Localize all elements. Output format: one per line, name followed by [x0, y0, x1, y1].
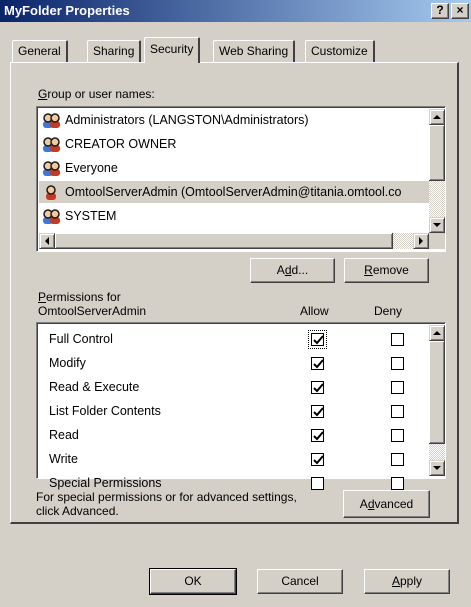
users-listbox[interactable]: Administrators (LANGSTON\Administrators)… [36, 106, 446, 252]
tab-customize[interactable]: Customize [305, 40, 375, 62]
permission-row: Read [39, 425, 419, 449]
perm-scroll-up-button[interactable] [429, 325, 445, 341]
scroll-right-button[interactable] [413, 233, 429, 249]
h-scroll-thumb[interactable] [55, 233, 393, 249]
deny-checkbox[interactable] [391, 333, 404, 346]
remove-button[interactable]: Remove [344, 258, 429, 283]
allow-checkbox[interactable] [311, 357, 324, 370]
permission-row: List Folder Contents [39, 401, 419, 425]
close-button[interactable]: × [451, 3, 469, 19]
perm-scroll-track[interactable] [429, 444, 445, 460]
group-users-label: Group or user names: [38, 87, 155, 101]
perm-scroll-down-button[interactable] [429, 460, 445, 476]
allow-column-label: Allow [300, 304, 329, 318]
title-bar: MyFolder Properties ? × [0, 0, 471, 22]
arrow-down-icon [433, 223, 441, 227]
check-mark-icon [313, 407, 324, 417]
arrow-right-icon [419, 237, 423, 245]
window-title: MyFolder Properties [4, 3, 130, 18]
scroll-down-button[interactable] [429, 217, 445, 233]
permission-name: Full Control [49, 332, 113, 346]
permission-row: Modify [39, 353, 419, 377]
tab-general[interactable]: General [12, 40, 68, 62]
cancel-button[interactable]: Cancel [257, 569, 343, 594]
permissions-header: Permissions for OmtoolServerAdmin [38, 290, 147, 318]
check-mark-icon [313, 359, 324, 369]
ok-button[interactable]: OK [149, 568, 237, 595]
perm-scroll-thumb[interactable] [429, 341, 445, 444]
user-list-item[interactable]: CREATOR OWNER [39, 133, 429, 155]
scroll-up-button[interactable] [429, 109, 445, 125]
user-name: Everyone [65, 161, 118, 175]
user-group-icon [43, 137, 60, 152]
advanced-button[interactable]: Advanced [343, 490, 430, 518]
check-mark-icon [313, 335, 324, 345]
tab-web-sharing[interactable]: Web Sharing [213, 40, 296, 62]
permissions-listbox[interactable]: Full Control Modify Read & Execute List Fol… [36, 322, 446, 490]
allow-checkbox[interactable] [311, 429, 324, 442]
deny-column-label: Deny [374, 304, 403, 318]
deny-checkbox[interactable] [391, 453, 404, 466]
arrow-left-icon [45, 237, 49, 245]
tab-security[interactable]: Security [144, 37, 201, 63]
allow-checkbox[interactable] [311, 477, 324, 490]
permission-name: Read & Execute [49, 380, 140, 394]
check-mark-icon [313, 383, 324, 393]
user-name: OmtoolServerAdmin (OmtoolServerAdmin@tit… [65, 185, 402, 199]
deny-checkbox[interactable] [391, 429, 404, 442]
user-group-icon [43, 209, 60, 224]
user-group-icon [43, 161, 60, 176]
scroll-thumb[interactable] [429, 125, 445, 181]
permission-name: Read [49, 428, 79, 442]
tab-sharing[interactable]: Sharing [87, 40, 142, 62]
permission-row: Write [39, 449, 419, 473]
user-icon [46, 185, 56, 200]
add-button[interactable]: Add... [250, 258, 335, 283]
user-list-item[interactable]: Administrators (LANGSTON\Administrators) [39, 109, 429, 131]
allow-checkbox[interactable] [311, 405, 324, 418]
deny-checkbox[interactable] [391, 381, 404, 394]
arrow-up-icon [433, 115, 441, 119]
user-name: Administrators (LANGSTON\Administrators) [65, 113, 309, 127]
user-name: CREATOR OWNER [65, 137, 177, 151]
advanced-hint: For special permissions or for advanced … [36, 490, 297, 518]
allow-checkbox[interactable] [308, 330, 327, 349]
allow-checkbox[interactable] [311, 381, 324, 394]
user-list-item[interactable]: OmtoolServerAdmin (OmtoolServerAdmin@tit… [39, 181, 429, 203]
user-group-icon [43, 113, 60, 128]
check-mark-icon [313, 455, 324, 465]
permission-row: Read & Execute [39, 377, 419, 401]
arrow-up-icon [433, 331, 441, 335]
help-button[interactable]: ? [431, 3, 449, 19]
deny-checkbox[interactable] [391, 477, 404, 490]
permission-name: List Folder Contents [49, 404, 161, 418]
permissions-user-name: OmtoolServerAdmin [38, 304, 147, 318]
permission-row: Full Control [39, 329, 419, 353]
permission-name: Write [49, 452, 78, 466]
user-name: SYSTEM [65, 209, 117, 223]
permission-name: Modify [49, 356, 86, 370]
scroll-corner [429, 233, 445, 249]
arrow-down-icon [433, 466, 441, 470]
scroll-left-button[interactable] [39, 233, 55, 249]
deny-checkbox[interactable] [391, 357, 404, 370]
deny-checkbox[interactable] [391, 405, 404, 418]
permission-name: Special Permissions [49, 476, 162, 490]
h-scroll-track[interactable] [393, 233, 413, 249]
allow-checkbox[interactable] [311, 453, 324, 466]
apply-button[interactable]: Apply [364, 569, 450, 594]
check-mark-icon [313, 431, 324, 441]
user-list-item[interactable]: Everyone [39, 157, 429, 179]
user-list-item[interactable]: SYSTEM [39, 205, 429, 227]
